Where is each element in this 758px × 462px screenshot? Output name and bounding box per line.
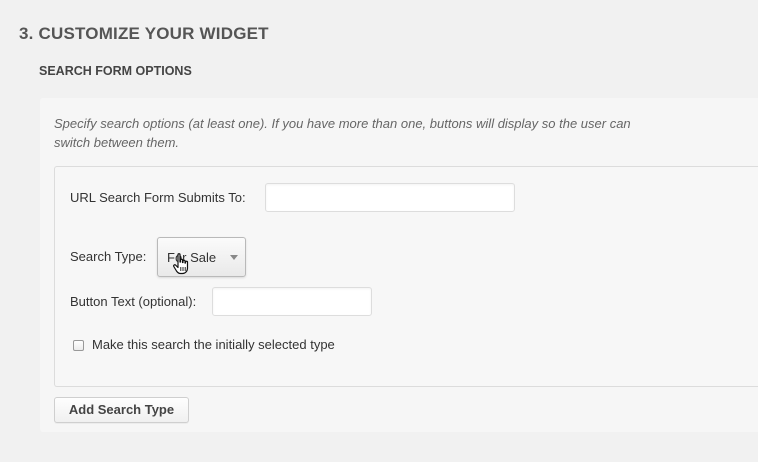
panel-description: Specify search options (at least one). I…: [54, 116, 631, 150]
search-type-select[interactable]: For Sale: [157, 237, 246, 277]
url-input[interactable]: [265, 183, 515, 212]
url-label: URL Search Form Submits To:: [70, 190, 246, 205]
initial-search-checkbox[interactable]: [73, 340, 84, 351]
search-type-label: Search Type:: [70, 249, 147, 264]
hand-pointer-cursor-icon: [173, 253, 189, 275]
add-search-type-button[interactable]: Add Search Type: [54, 397, 189, 423]
section-title: 3. CUSTOMIZE YOUR WIDGET: [19, 24, 269, 43]
chevron-down-icon: [230, 255, 238, 260]
button-text-input[interactable]: [212, 287, 372, 316]
button-text-label: Button Text (optional):: [70, 294, 197, 309]
initial-search-checkbox-label: Make this search the initially selected …: [92, 337, 335, 352]
search-form-options-heading: SEARCH FORM OPTIONS: [39, 64, 192, 78]
